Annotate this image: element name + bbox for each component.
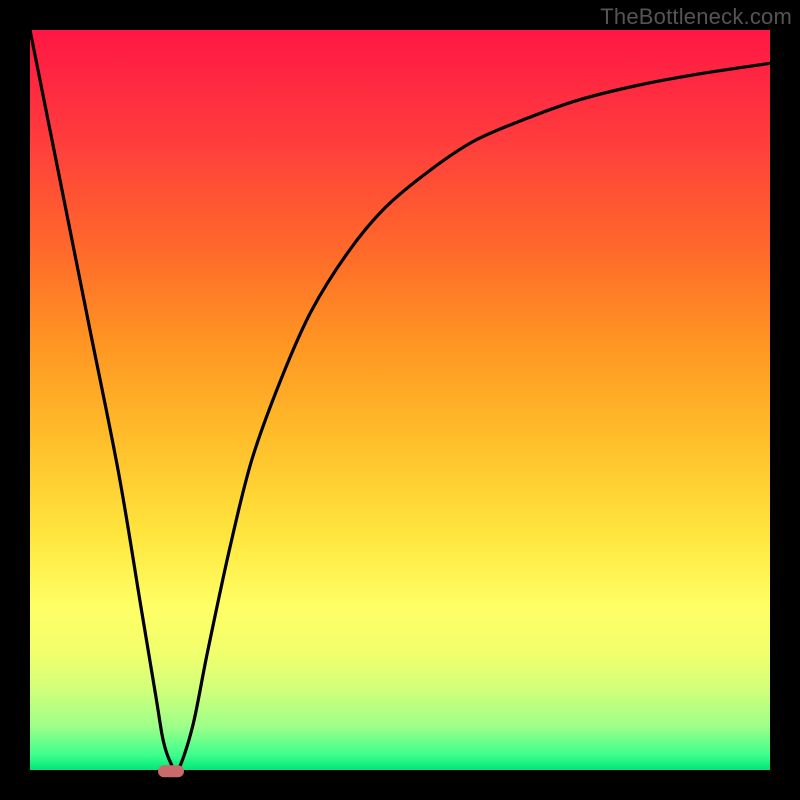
plot-area: [30, 30, 770, 770]
curve-path: [30, 30, 770, 770]
chart-frame: TheBottleneck.com: [0, 0, 800, 800]
bottleneck-curve: [30, 30, 770, 770]
watermark-text: TheBottleneck.com: [600, 4, 792, 30]
min-marker: [158, 765, 184, 777]
